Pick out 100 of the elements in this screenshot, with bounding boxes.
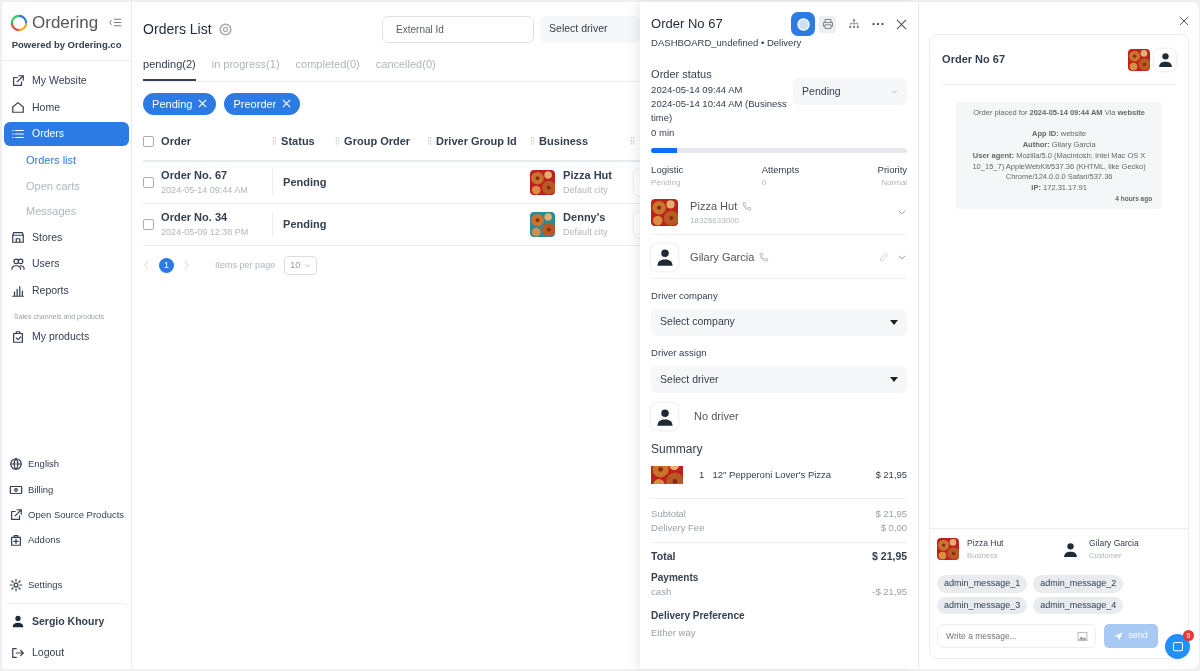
filter-chip[interactable]: Pending [143, 92, 217, 115]
caret-icon [890, 377, 899, 382]
chevron-down-icon [891, 88, 899, 96]
order-number[interactable]: Order No. 67 [161, 167, 273, 184]
total-value: $ 21,95 [875, 507, 908, 521]
drag-handle-icon[interactable] [335, 136, 341, 147]
filter-chip[interactable]: Preorder [224, 92, 301, 115]
driver-select[interactable]: Select driver [651, 366, 908, 393]
message-field[interactable]: Write a message... [937, 624, 1097, 648]
tab[interactable]: pending(2) [143, 52, 196, 81]
nav-item[interactable]: Addons [4, 529, 130, 552]
chat-button[interactable] [791, 12, 816, 36]
total-value: $ 0,00 [880, 521, 908, 536]
row-checkbox[interactable] [143, 176, 155, 188]
nav-item[interactable]: English [4, 453, 130, 476]
nav-item[interactable]: Open Source Products [4, 503, 130, 526]
business-name: Denny's [563, 210, 607, 225]
status-detail: 2024-05-14 09:44 AM [651, 82, 744, 97]
participant-name: Gilary Garcia [1089, 537, 1139, 550]
user-menu[interactable]: Sergio Khoury [4, 602, 130, 634]
bar-chart-icon [11, 283, 25, 298]
order-date: 2024-05-14 09:44 AM [161, 183, 249, 197]
info-label: Priority [877, 162, 908, 177]
company-select[interactable]: Select company [651, 308, 908, 336]
info-label: Logistic [651, 162, 684, 177]
drag-handle-icon[interactable] [630, 136, 636, 147]
nav-item[interactable]: My Website [4, 68, 130, 93]
status-select[interactable]: Pending [793, 78, 908, 106]
close-button[interactable] [1179, 16, 1190, 26]
more-icon [872, 22, 885, 26]
drag-handle-icon[interactable] [530, 136, 536, 147]
contact-name: Gilary Garcia [690, 249, 755, 265]
close-button[interactable] [896, 18, 908, 30]
info-label: Attempts [761, 162, 800, 177]
order-date: 2024-05-09 12:38 PM [161, 225, 250, 239]
nav-item[interactable]: Orders [4, 122, 130, 146]
product-name: 12" Pepperoni Lover's Pizza [712, 467, 832, 482]
column-header: Order [161, 134, 192, 149]
contact-name: Pizza Hut [690, 199, 738, 214]
column-header: Driver Group Id [436, 134, 517, 149]
info-value: Normal [880, 177, 908, 189]
no-driver-text: No driver [694, 409, 739, 425]
user-icon [11, 614, 25, 629]
quick-message-chip[interactable]: admin_message_4 [1033, 596, 1124, 614]
chevron-down-icon[interactable] [897, 252, 908, 262]
image-icon[interactable] [1077, 632, 1089, 641]
close-icon [198, 99, 208, 109]
logout-link[interactable]: Logout [4, 641, 130, 665]
section-title: Delivery Preference [651, 608, 746, 623]
column-header: Business [539, 134, 589, 149]
phone-icon[interactable] [758, 251, 770, 263]
nav-item[interactable]: Home [4, 95, 130, 120]
quick-message-chip[interactable]: admin_message_2 [1033, 575, 1124, 593]
driver-select[interactable]: Select driver [540, 15, 641, 43]
total-label: Delivery Fee [651, 521, 705, 536]
users-icon [11, 257, 25, 272]
print-button[interactable] [819, 15, 837, 33]
home-icon [11, 100, 25, 115]
hierarchy-button[interactable] [848, 18, 861, 30]
help-icon [218, 22, 232, 36]
phone-icon[interactable] [741, 200, 753, 212]
column-header: Group Order [344, 134, 411, 149]
quick-message-chip[interactable]: admin_message_3 [937, 596, 1028, 614]
page-button[interactable]: 1 [159, 257, 175, 273]
nav-item[interactable]: Billing [4, 478, 130, 501]
row-checkbox[interactable] [143, 218, 155, 230]
nav-item[interactable]: Settings [4, 574, 130, 597]
status-detail: 2024-05-14 10:44 AM (Business time) [651, 97, 788, 126]
drag-handle-icon[interactable] [272, 136, 278, 147]
select-all-checkbox[interactable] [143, 135, 155, 147]
logo-text: Ordering [32, 12, 99, 34]
nav-item[interactable]: Stores [4, 225, 130, 250]
status-text: Pending [283, 174, 327, 190]
nav-subitem[interactable]: Orders list [2, 149, 132, 172]
drag-handle-icon[interactable] [427, 136, 433, 147]
more-button[interactable] [872, 22, 885, 26]
hierarchy-icon [848, 18, 861, 30]
section-title: Payments [651, 571, 700, 586]
previous-icon[interactable] [143, 260, 151, 271]
chevron-down-icon [304, 261, 312, 269]
search-field[interactable]: External Id [382, 15, 535, 43]
business-name: Pizza Hut [563, 168, 612, 183]
status-detail: 0 min [651, 125, 676, 140]
chat-title: Order No 67 [942, 52, 1006, 68]
nav-item[interactable]: Users [4, 252, 130, 276]
grand-total-label: Total [651, 548, 676, 564]
logout-icon [11, 646, 25, 661]
quick-message-chip[interactable]: admin_message_1 [937, 575, 1028, 593]
next-icon[interactable] [183, 260, 191, 271]
addons-icon [9, 533, 23, 548]
caret-icon [890, 319, 899, 325]
order-number[interactable]: Order No. 34 [161, 209, 273, 226]
nav-item[interactable]: Reports [4, 279, 130, 303]
settings-icon [9, 578, 23, 593]
info-value: 0 [761, 177, 768, 189]
chat-icon [1171, 640, 1184, 653]
nav-item[interactable]: My products [4, 325, 130, 349]
close-icon [896, 18, 908, 30]
pencil-icon[interactable] [879, 252, 890, 262]
product-quantity: 1 [699, 467, 705, 482]
